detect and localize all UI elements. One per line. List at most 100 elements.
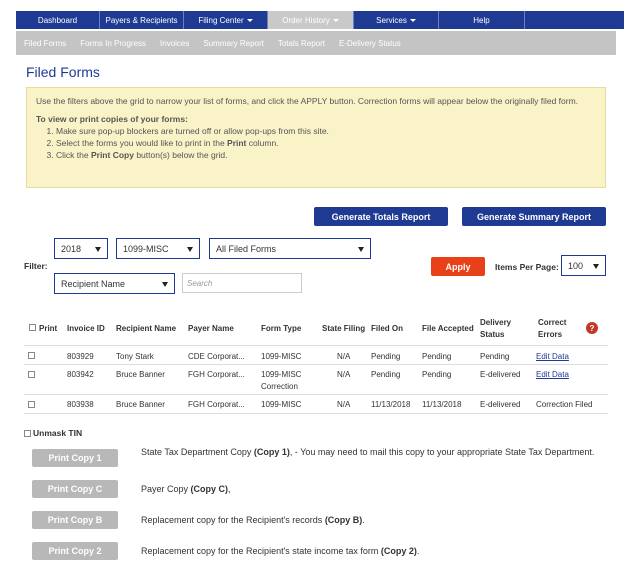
cell-invoice: 803929: [67, 352, 94, 361]
generate-totals-report-button[interactable]: Generate Totals Report: [314, 207, 448, 226]
unmask-tin[interactable]: Unmask TIN: [24, 428, 82, 438]
cell-delivery: E-delivered: [480, 400, 521, 409]
select-all-checkbox[interactable]: [29, 324, 36, 331]
print-copy-c-button[interactable]: Print Copy C: [32, 480, 118, 498]
edit-data-link[interactable]: Edit Data: [536, 370, 569, 379]
cell-recipient: Bruce Banner: [116, 400, 165, 409]
cell-invoice: 803938: [67, 400, 94, 409]
print-copy-c-desc: Payer Copy (Copy C),: [141, 483, 601, 495]
search-input[interactable]: Search: [182, 273, 302, 293]
nav-help[interactable]: Help: [439, 11, 525, 29]
nav-payers-recipients[interactable]: Payers & Recipients: [100, 11, 184, 29]
subnav-totals-report[interactable]: Totals Report: [278, 39, 325, 48]
col-state-filing[interactable]: State Filing: [322, 324, 365, 333]
notice-intro: Use the filters above the grid to narrow…: [36, 96, 579, 106]
items-per-page-label: Items Per Page:: [495, 262, 559, 272]
print-copy-1-button[interactable]: Print Copy 1: [32, 449, 118, 467]
row-divider: [24, 364, 608, 365]
copyc-bold: (Copy C): [190, 484, 229, 494]
step3-pre: Click the: [56, 150, 91, 160]
cell-delivery: E-delivered: [480, 370, 521, 379]
nav-order-history[interactable]: Order History: [268, 11, 354, 29]
copyc-post: ,: [228, 484, 231, 494]
apply-button[interactable]: Apply: [431, 257, 485, 276]
subnav-summary-report[interactable]: Summary Report: [203, 39, 263, 48]
cell-payer: FGH Corporat...: [188, 370, 245, 379]
subnav-invoices[interactable]: Invoices: [160, 39, 189, 48]
cell-delivery: Pending: [480, 352, 510, 361]
nav-order-label: Order History: [282, 15, 330, 25]
subnav-filed-forms[interactable]: Filed Forms: [24, 39, 66, 48]
cell-filed-on: Pending: [371, 370, 401, 379]
cell-form-type: 1099-MISC: [261, 400, 302, 409]
nav-filing-center[interactable]: Filing Center: [184, 11, 268, 29]
nav-services[interactable]: Services: [354, 11, 439, 29]
copyb-bold: (Copy B): [324, 515, 363, 525]
print-copy-b-button[interactable]: Print Copy B: [32, 511, 118, 529]
col-correct-errors-line2: Errors: [538, 330, 563, 339]
row-divider: [24, 413, 608, 414]
chevron-down-icon: [358, 247, 364, 252]
chevron-down-icon: [409, 18, 416, 22]
year-select[interactable]: 2018: [54, 238, 108, 259]
col-form-type[interactable]: Form Type: [261, 324, 301, 333]
col-file-accepted[interactable]: File Accepted: [422, 324, 474, 333]
generate-summary-report-button[interactable]: Generate Summary Report: [462, 207, 606, 226]
col-print: Print: [39, 324, 58, 333]
cell-accepted: 11/13/2018: [422, 400, 462, 409]
cell-payer: CDE Corporat...: [188, 352, 245, 361]
step1-text: Make sure pop-up blockers are turned off…: [56, 126, 329, 136]
sub-nav: Filed Forms Forms In Progress Invoices S…: [16, 31, 616, 55]
col-payer-name[interactable]: Payer Name: [188, 324, 234, 333]
cell-form-type: 1099-MISC: [261, 352, 302, 361]
col-delivery-status-line2[interactable]: Status: [480, 330, 504, 339]
chevron-down-icon: [246, 18, 253, 22]
cell-recipient: Bruce Banner: [116, 370, 165, 379]
print-copy-2-button[interactable]: Print Copy 2: [32, 542, 118, 560]
chevron-down-icon: [162, 282, 168, 287]
row-checkbox[interactable]: [28, 352, 35, 359]
nav-services-label: Services: [376, 15, 407, 25]
col-filed-on[interactable]: Filed On: [371, 324, 403, 333]
copyb-pre: Replacement copy for the Recipient's rec…: [141, 515, 325, 525]
col-correct-errors-line1: Correct: [538, 318, 567, 327]
cell-state: N/A: [337, 400, 351, 409]
notice-heading: To view or print copies of your forms:: [36, 114, 188, 124]
table-divider: [24, 345, 608, 346]
unmask-tin-label: Unmask TIN: [33, 428, 83, 438]
nav-payers-label: Payers & Recipients: [105, 15, 178, 25]
col-invoice-id[interactable]: Invoice ID: [67, 324, 105, 333]
copyb-post: .: [362, 515, 365, 525]
row-checkbox[interactable]: [28, 371, 35, 378]
copy1-pre: State Tax Department Copy: [141, 447, 254, 457]
copy1-post: , - You may need to mail this copy to yo…: [289, 447, 595, 457]
items-per-page-select[interactable]: 100: [561, 255, 606, 276]
form-status-select[interactable]: All Filed Forms: [209, 238, 371, 259]
notice-step-3: Click the Print Copy button(s) below the…: [56, 149, 596, 161]
nav-dashboard-label: Dashboard: [37, 15, 78, 25]
help-icon[interactable]: ?: [586, 322, 598, 334]
edit-data-link[interactable]: Edit Data: [536, 352, 569, 361]
col-delivery-status-line1[interactable]: Delivery: [480, 318, 511, 327]
step2-post: column.: [246, 138, 279, 148]
step3-bold: Print Copy: [90, 150, 134, 160]
sort-field-select[interactable]: Recipient Name: [54, 273, 175, 294]
cell-filed-on: Pending: [371, 352, 401, 361]
cell-recipient: Tony Stark: [116, 352, 154, 361]
chevron-down-icon: [187, 247, 193, 252]
step2-bold: Print: [227, 138, 247, 148]
cell-state: N/A: [337, 370, 351, 379]
copyc-pre: Payer Copy: [141, 484, 191, 494]
subnav-edelivery-status[interactable]: E-Delivery Status: [339, 39, 401, 48]
row-divider: [24, 394, 608, 395]
sort-field-value: Recipient Name: [61, 278, 126, 289]
nav-dashboard[interactable]: Dashboard: [16, 11, 100, 29]
subnav-forms-in-progress[interactable]: Forms In Progress: [80, 39, 146, 48]
print-copy-1-desc: State Tax Department Copy (Copy 1), - Yo…: [141, 446, 601, 458]
nav-filing-label: Filing Center: [198, 15, 244, 25]
col-recipient-name[interactable]: Recipient Name: [116, 324, 176, 333]
unmask-tin-checkbox[interactable]: [24, 429, 31, 437]
row-checkbox[interactable]: [28, 401, 35, 408]
form-type-select[interactable]: 1099-MISC: [116, 238, 200, 259]
notice-steps: Make sure pop-up blockers are turned off…: [56, 125, 596, 161]
